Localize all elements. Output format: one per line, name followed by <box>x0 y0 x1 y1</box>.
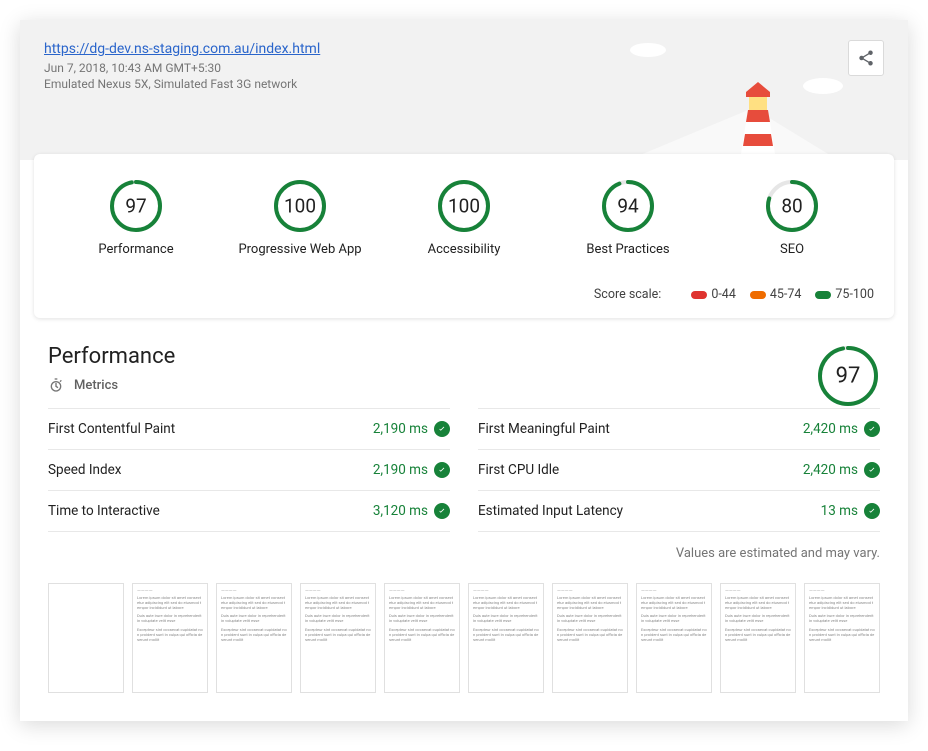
gauge-label: SEO <box>710 242 874 257</box>
filmstrip-thumb: ———— Lorem ipsum dolor sit amet consecte… <box>384 583 460 693</box>
filmstrip-thumb <box>48 583 124 693</box>
filmstrip-thumb: ———— Lorem ipsum dolor sit amet consecte… <box>300 583 376 693</box>
metric-row: Time to Interactive 3,120 ms <box>48 490 450 532</box>
filmstrip: ———— Lorem ipsum dolor sit amet consecte… <box>48 583 880 693</box>
filmstrip-thumb: ———— Lorem ipsum dolor sit amet consecte… <box>804 583 880 693</box>
gauge-label: Accessibility <box>382 242 546 257</box>
gauge-circle: 94 <box>600 178 656 234</box>
gauge-circle: 100 <box>272 178 328 234</box>
gauge-item[interactable]: 94 Best Practices <box>546 178 710 257</box>
metric-row: First Meaningful Paint 2,420 ms <box>478 408 880 449</box>
filmstrip-thumb: ———— Lorem ipsum dolor sit amet consecte… <box>720 583 796 693</box>
report-timestamp: Jun 7, 2018, 10:43 AM GMT+5:30 <box>44 61 884 75</box>
gauge-item[interactable]: 80 SEO <box>710 178 874 257</box>
share-button[interactable] <box>848 40 884 76</box>
filmstrip-thumb: ———— Lorem ipsum dolor sit amet consecte… <box>468 583 544 693</box>
lighthouse-report: https://dg-dev.ns-staging.com.au/index.h… <box>20 20 908 721</box>
metric-name: First Contentful Paint <box>48 421 175 437</box>
performance-gauge: 97 <box>816 344 880 408</box>
metrics-label: Metrics <box>74 378 118 393</box>
metrics-grid: First Contentful Paint 2,190 ms First Me… <box>48 408 880 532</box>
metric-row: Estimated Input Latency 13 ms <box>478 490 880 532</box>
filmstrip-thumb: ———— Lorem ipsum dolor sit amet consecte… <box>636 583 712 693</box>
check-icon <box>864 421 880 437</box>
check-icon <box>864 503 880 519</box>
performance-title: Performance <box>48 344 175 369</box>
gauge-item[interactable]: 100 Progressive Web App <box>218 178 382 257</box>
metric-name: Speed Index <box>48 462 121 478</box>
filmstrip-thumb: ———— Lorem ipsum dolor sit amet consecte… <box>552 583 628 693</box>
score-scale-range: 45-74 <box>750 287 802 302</box>
gauge-label: Best Practices <box>546 242 710 257</box>
score-scale-label: Score scale: <box>594 287 661 302</box>
check-icon <box>434 462 450 478</box>
check-icon <box>434 503 450 519</box>
filmstrip-thumb: ———— Lorem ipsum dolor sit amet consecte… <box>216 583 292 693</box>
gauge-label: Progressive Web App <box>218 242 382 257</box>
check-icon <box>434 421 450 437</box>
metric-value: 2,190 ms <box>373 421 450 437</box>
check-icon <box>864 462 880 478</box>
gauge-circle: 100 <box>436 178 492 234</box>
score-scale-range: 75-100 <box>815 287 874 302</box>
performance-section: Performance Metrics 97 First Contentful … <box>20 324 908 721</box>
metric-value: 13 ms <box>821 503 880 519</box>
metric-value: 2,420 ms <box>803 462 880 478</box>
stopwatch-icon <box>48 377 64 393</box>
metric-name: Estimated Input Latency <box>478 503 623 519</box>
score-scale: Score scale: 0-44 45-74 75-100 <box>54 287 874 302</box>
lighthouse-illustration <box>628 40 848 160</box>
score-scale-range: 0-44 <box>691 287 736 302</box>
metric-value: 3,120 ms <box>373 503 450 519</box>
report-header: https://dg-dev.ns-staging.com.au/index.h… <box>20 20 908 160</box>
metric-value: 2,190 ms <box>373 462 450 478</box>
metrics-disclaimer: Values are estimated and may vary. <box>48 546 880 561</box>
metric-name: First Meaningful Paint <box>478 421 610 437</box>
gauge-item[interactable]: 97 Performance <box>54 178 218 257</box>
gauge-item[interactable]: 100 Accessibility <box>382 178 546 257</box>
metric-row: Speed Index 2,190 ms <box>48 449 450 490</box>
metric-name: Time to Interactive <box>48 503 160 519</box>
gauge-circle: 97 <box>108 178 164 234</box>
metric-row: First Contentful Paint 2,190 ms <box>48 408 450 449</box>
metric-value: 2,420 ms <box>803 421 880 437</box>
metric-name: First CPU Idle <box>478 462 559 478</box>
gauge-circle: 80 <box>764 178 820 234</box>
metric-row: First CPU Idle 2,420 ms <box>478 449 880 490</box>
gauge-label: Performance <box>54 242 218 257</box>
report-url[interactable]: https://dg-dev.ns-staging.com.au/index.h… <box>44 41 320 57</box>
filmstrip-thumb: ———— Lorem ipsum dolor sit amet consecte… <box>132 583 208 693</box>
metrics-heading: Metrics <box>48 377 175 393</box>
report-device: Emulated Nexus 5X, Simulated Fast 3G net… <box>44 77 884 91</box>
gauges-row: 97 Performance 100 Progressive Web App 1… <box>54 178 874 257</box>
score-card: 97 Performance 100 Progressive Web App 1… <box>34 154 894 318</box>
share-icon <box>857 49 875 67</box>
